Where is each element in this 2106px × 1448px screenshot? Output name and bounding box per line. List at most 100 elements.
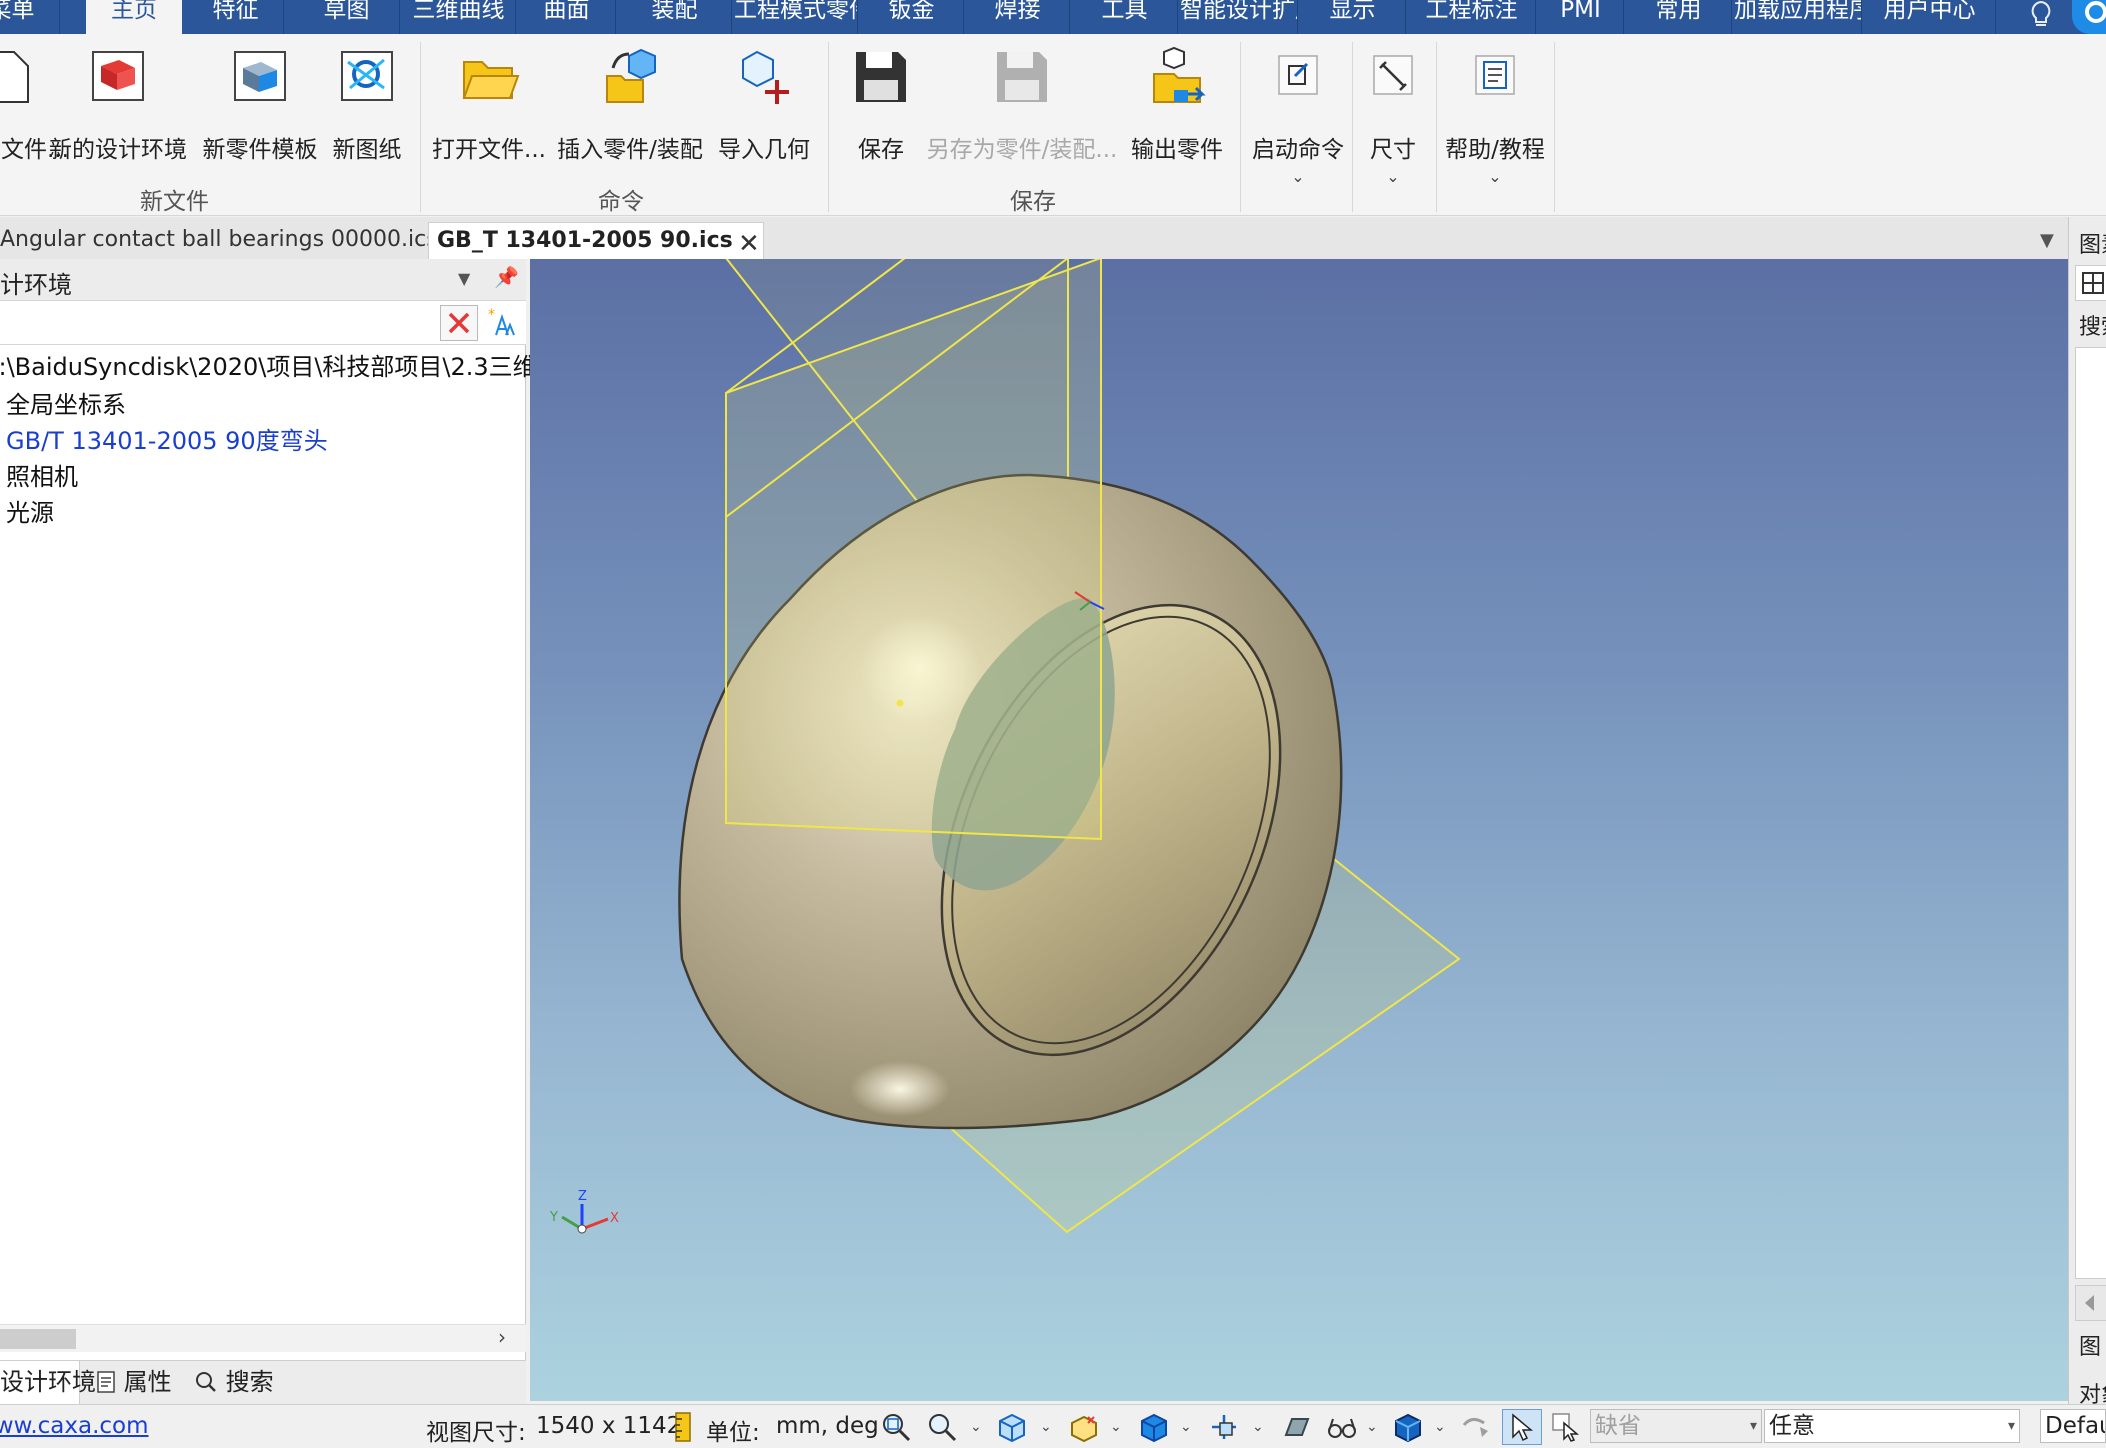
chevron-down-icon[interactable]: ⌄ bbox=[1366, 1419, 1378, 1435]
menu-tab-sketch[interactable]: 草图 bbox=[294, 0, 400, 34]
website-link[interactable]: www.caxa.com bbox=[0, 1413, 149, 1439]
new-design-env-label: 新的设计环境 bbox=[49, 137, 187, 163]
navigate-icon[interactable] bbox=[1208, 1411, 1240, 1443]
group-label-command: 命令 bbox=[598, 189, 644, 215]
new-design-env-button[interactable]: 新的设计环境 bbox=[44, 46, 192, 164]
right-panel-list[interactable] bbox=[2075, 347, 2106, 1279]
tab-list-dropdown-icon[interactable]: ▼ bbox=[2040, 230, 2054, 251]
menu-tab-sheet-metal[interactable]: 钣金 bbox=[860, 0, 964, 34]
new-part-template-button[interactable]: 新零件模板 bbox=[198, 46, 322, 164]
close-tab-icon[interactable]: ✕ bbox=[738, 229, 760, 259]
menu-tab-menu[interactable]: 菜单 bbox=[0, 0, 60, 34]
pin-icon[interactable]: 📌 bbox=[494, 265, 519, 289]
tab-properties[interactable]: 属性 bbox=[96, 1361, 196, 1405]
help-tutorial-label: 帮助/教程 bbox=[1445, 137, 1545, 163]
menu-tab-user-center[interactable]: 用户中心 bbox=[1864, 0, 1996, 34]
menu-tab-feature[interactable]: 特征 bbox=[188, 0, 284, 34]
menu-tab-pmi[interactable]: PMI bbox=[1538, 0, 1624, 34]
chevron-down-icon[interactable]: ⌄ bbox=[1180, 1419, 1192, 1435]
right-panel-toolbar-button[interactable] bbox=[2075, 265, 2106, 301]
menu-tab-surface[interactable]: 曲面 bbox=[518, 0, 616, 34]
group-separator bbox=[1240, 42, 1241, 212]
document-tab-elbow[interactable]: GB_T 13401-2005 90.ics bbox=[428, 222, 764, 259]
solid-cube-icon[interactable] bbox=[1392, 1411, 1424, 1443]
properties-icon bbox=[97, 1371, 115, 1393]
origin-point[interactable] bbox=[896, 699, 904, 707]
scroll-right-icon[interactable]: › bbox=[498, 1325, 506, 1349]
help-tutorial-icon bbox=[1475, 55, 1515, 95]
menu-tab-smart-design[interactable]: 智能设计扩展 bbox=[1180, 0, 1298, 34]
menu-tab-display[interactable]: 显示 bbox=[1300, 0, 1406, 34]
elbow-model-render: Z X Y bbox=[549, 259, 1461, 1234]
menu-tab-welding[interactable]: 焊接 bbox=[966, 0, 1070, 34]
3d-viewport[interactable]: Z X Y bbox=[530, 259, 2068, 1401]
right-panel-search-label[interactable]: 搜索 bbox=[2079, 309, 2106, 341]
shaded-cube-icon[interactable] bbox=[1138, 1411, 1170, 1443]
account-badge[interactable] bbox=[2072, 0, 2106, 34]
launch-command-icon bbox=[1278, 55, 1318, 95]
chevron-down-icon[interactable]: ⌄ bbox=[1252, 1419, 1264, 1435]
dimension-button[interactable]: 尺寸 ⌄ bbox=[1356, 46, 1430, 186]
chevron-down-icon[interactable]: ⌄ bbox=[970, 1419, 982, 1435]
save-as-part-label: 另存为零件/装配... bbox=[926, 137, 1118, 163]
user-icon bbox=[2085, 1, 2106, 23]
menu-tab-engineering-part[interactable]: 工程模式零件 bbox=[734, 0, 858, 34]
insert-part-assembly-button[interactable]: 插入零件/装配 bbox=[552, 46, 708, 164]
scrollbar-thumb[interactable] bbox=[0, 1329, 76, 1349]
menu-tab-assembly[interactable]: 装配 bbox=[618, 0, 732, 34]
panel-dropdown-icon[interactable]: ▼ bbox=[458, 269, 470, 288]
chevron-down-icon[interactable]: ⌄ bbox=[1040, 1419, 1052, 1435]
group-label-save: 保存 bbox=[1010, 189, 1056, 215]
vertical-datum-plane-front[interactable] bbox=[725, 259, 1102, 841]
chevron-down-icon[interactable]: ⌄ bbox=[1110, 1419, 1122, 1435]
clear-filter-button[interactable] bbox=[440, 305, 478, 341]
tree-horizontal-scrollbar[interactable]: › bbox=[0, 1324, 526, 1352]
save-as-part-button[interactable]: 另存为零件/装配... bbox=[924, 46, 1120, 164]
new-drawing-button[interactable]: 新图纸 bbox=[326, 46, 408, 164]
open-file-button[interactable]: 打开文件... bbox=[432, 46, 546, 164]
menu-tab-home[interactable]: 主页 bbox=[86, 0, 182, 34]
chevron-down-icon[interactable]: ⌄ bbox=[1434, 1419, 1446, 1435]
new-file-button[interactable]: 新文件... bbox=[0, 46, 69, 164]
tree-item-camera[interactable]: 照相机 bbox=[6, 457, 78, 493]
menu-tab-add-on-apps[interactable]: 加载应用程序 bbox=[1734, 0, 1862, 34]
tree-filter-input[interactable] bbox=[0, 305, 438, 341]
menu-tab-engineering-annotation[interactable]: 工程标注 bbox=[1408, 0, 1536, 34]
panel-bottom-tabs: 设计环境 属性 搜索 bbox=[0, 1360, 526, 1405]
menu-tab-3d-curve[interactable]: 三维曲线 bbox=[402, 0, 516, 34]
filter-combo-right[interactable]: Default bbox=[2040, 1409, 2106, 1443]
filter-combo-default[interactable]: 缺省 ▾ bbox=[1590, 1409, 1762, 1443]
tree-item-path[interactable]: D:\BaiduSyncdisk\2020\项目\科技部项目\2.3三维CAD bbox=[0, 347, 588, 383]
menu-tab-common[interactable]: 常用 bbox=[1626, 0, 1732, 34]
chevron-down-icon: ⌄ bbox=[1386, 167, 1400, 186]
tab-design-environment[interactable]: 设计环境 bbox=[0, 1361, 96, 1405]
select-tool-button[interactable] bbox=[1502, 1409, 1542, 1445]
document-tab-bearings[interactable]: Angular contact ball bearings 00000.ics bbox=[0, 222, 438, 259]
svg-text:*: * bbox=[488, 307, 495, 323]
export-part-button[interactable]: 输出零件 bbox=[1126, 46, 1228, 164]
help-tutorial-button[interactable]: 帮助/教程 ⌄ bbox=[1438, 46, 1552, 185]
right-panel-collapse-button[interactable] bbox=[2075, 1285, 2106, 1321]
view-orientation-icon[interactable] bbox=[996, 1411, 1028, 1443]
tree-item-elbow-part[interactable]: GB/T 13401-2005 90度弯头 bbox=[6, 421, 328, 457]
filter-options-icon[interactable]: * bbox=[486, 307, 518, 339]
menu-tab-tools[interactable]: 工具 bbox=[1072, 0, 1178, 34]
tree-item-light[interactable]: 光源 bbox=[6, 493, 54, 529]
ruler-icon bbox=[675, 1412, 691, 1442]
import-geometry-button[interactable]: 导入几何 bbox=[714, 46, 814, 164]
zoom-icon[interactable] bbox=[926, 1411, 958, 1443]
launch-command-button[interactable]: 启动命令 ⌄ bbox=[1246, 46, 1350, 185]
zoom-window-icon[interactable] bbox=[880, 1411, 912, 1443]
tab-search[interactable]: 搜索 bbox=[194, 1361, 294, 1405]
display-mode-icon[interactable] bbox=[1068, 1411, 1100, 1443]
undo-select-icon[interactable] bbox=[1458, 1411, 1490, 1443]
lightbulb-icon[interactable] bbox=[2024, 0, 2058, 30]
ribbon: 新文件... 新的设计环境 新零件模板 bbox=[0, 34, 2106, 216]
glasses-icon[interactable] bbox=[1326, 1411, 1358, 1443]
filter-combo-any[interactable]: 任意 ▾ bbox=[1764, 1409, 2020, 1443]
save-button[interactable]: 保存 bbox=[846, 46, 916, 164]
section-view-icon[interactable] bbox=[1280, 1411, 1312, 1443]
tree-item-global-coordinate[interactable]: 全局坐标系 bbox=[6, 385, 126, 421]
right-panel-tab[interactable]: 图 bbox=[2079, 1329, 2101, 1361]
pick-filter-icon[interactable] bbox=[1550, 1411, 1582, 1443]
